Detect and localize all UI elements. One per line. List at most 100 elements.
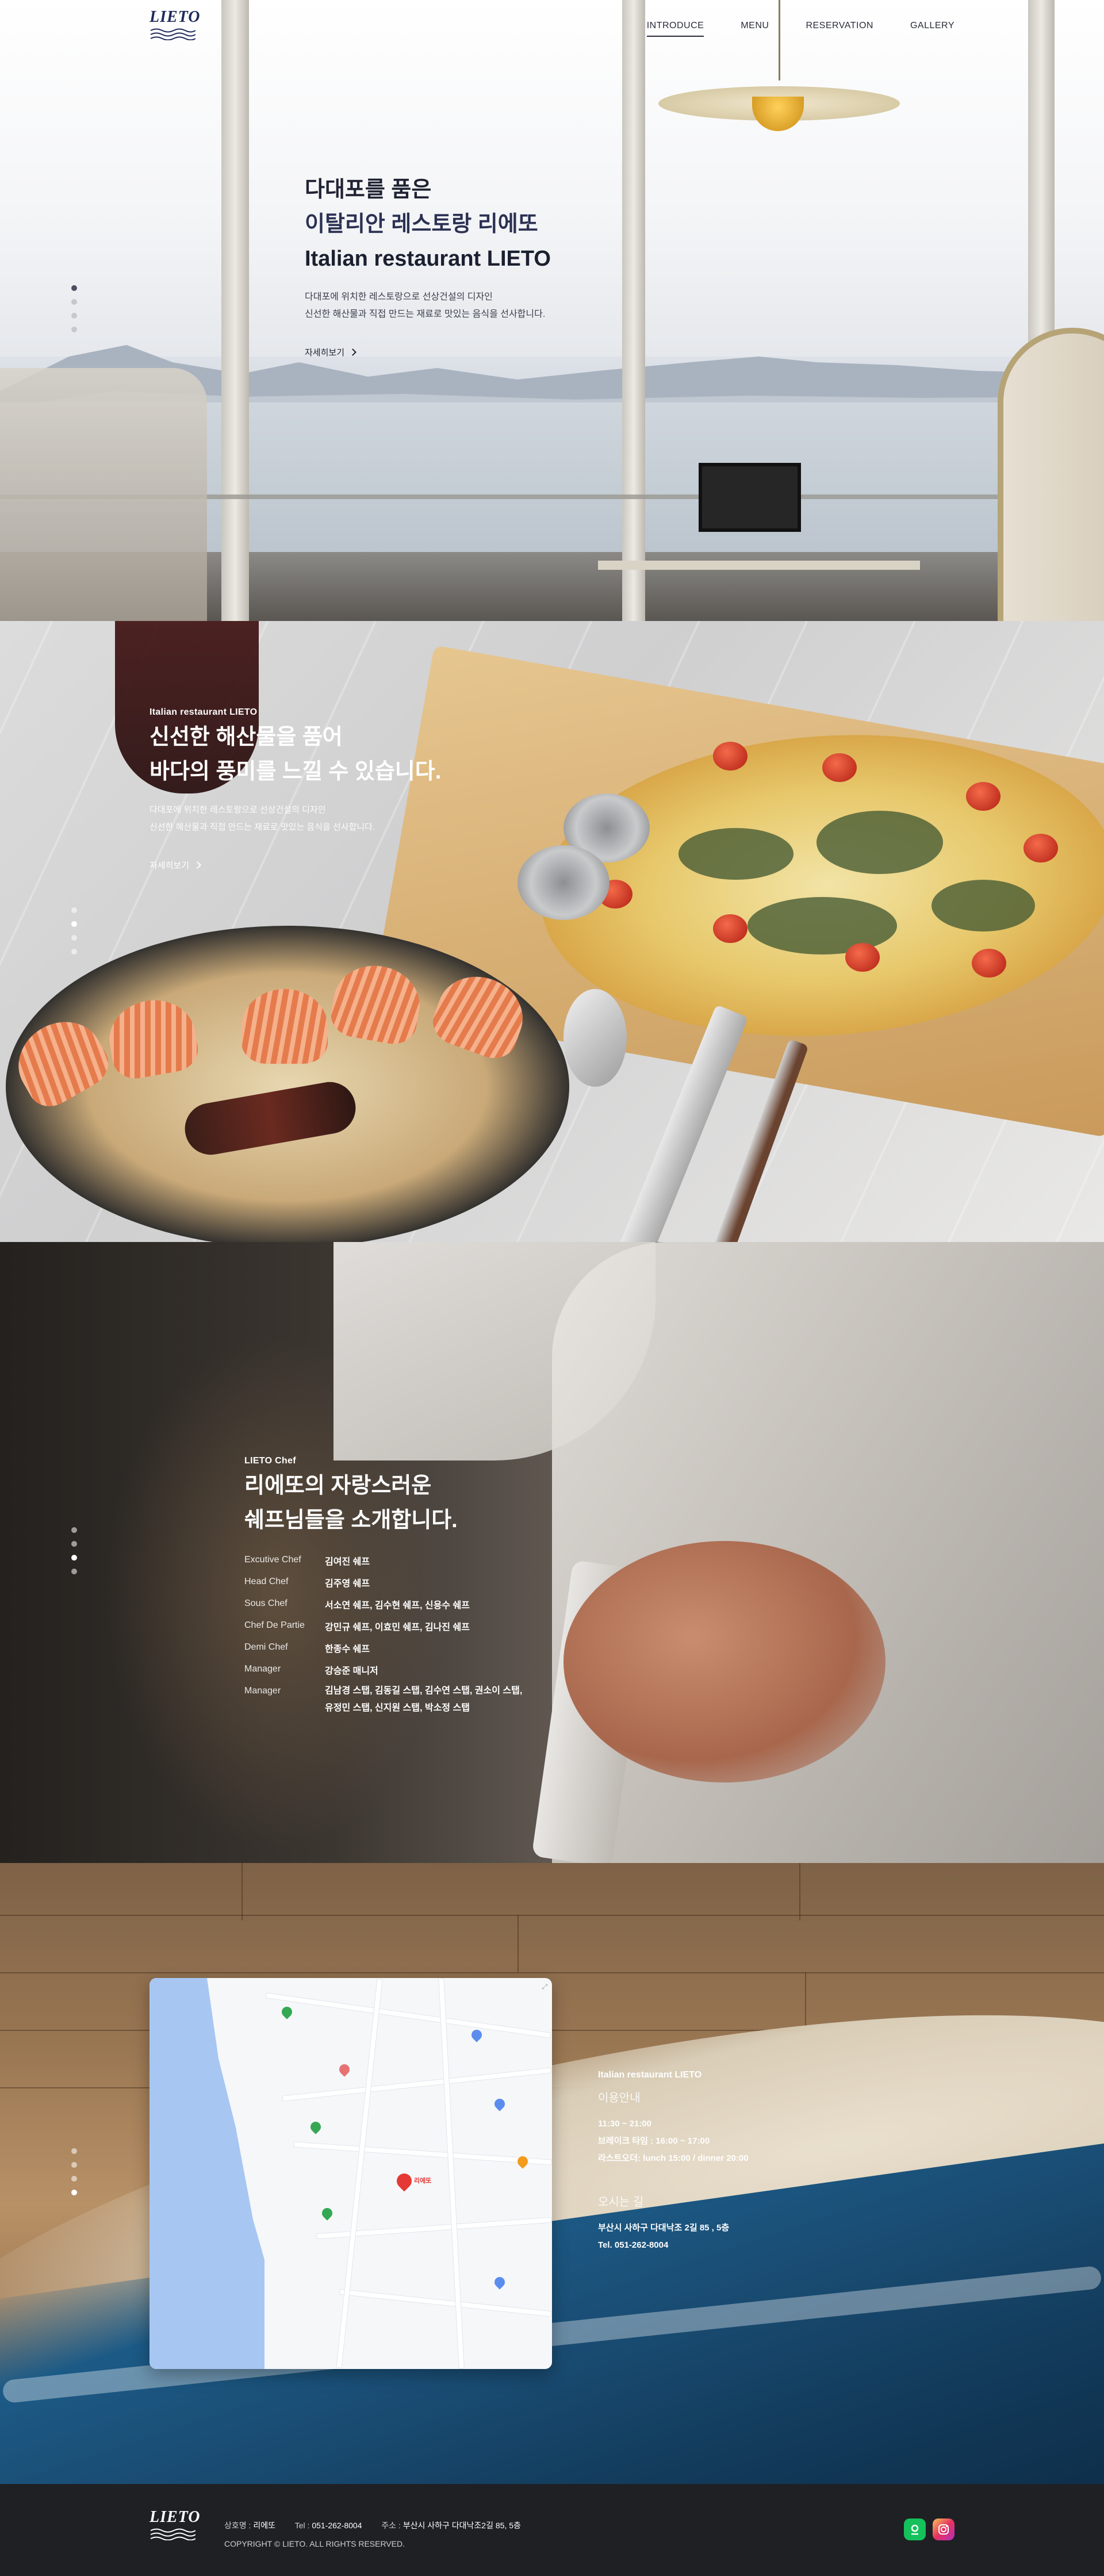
map-road: [336, 1979, 383, 2368]
company-value: 리에또: [253, 2521, 275, 2530]
slide-dots: [71, 907, 77, 954]
nav-reservation[interactable]: RESERVATION: [806, 21, 873, 37]
addr-label: 주소 :: [381, 2521, 401, 2530]
slide-dot-3[interactable]: [71, 1555, 77, 1561]
slide-dot-2[interactable]: [71, 299, 77, 305]
map-poi-icon: [469, 2027, 484, 2042]
chef-title-line2: 쉐프님들을 소개합니다.: [244, 1508, 458, 1532]
nav-menu[interactable]: MENU: [741, 21, 769, 37]
telephone: Tel. 051-262-8004: [598, 2240, 669, 2250]
food-title-line1: 신선한 해산물을 품어: [150, 725, 343, 749]
chef-names-line1: 김남경 스탭, 김동길 스탭, 김수연 스탭, 권소이 스탭,: [325, 1686, 523, 1696]
location-map[interactable]: 리에또 ⤢: [150, 1978, 552, 2369]
food-section: Italian restaurant LIETO 신선한 해산물을 품어 바다의…: [0, 621, 1104, 1242]
hero-table: [598, 561, 920, 570]
footer-info-row: 상호명 : 리에또 Tel : 051-262-8004 주소 : 부산시 사하…: [224, 2516, 521, 2535]
logo-text: LIETO: [150, 8, 201, 26]
hours-line: 라스트오더: lunch 15:00 / dinner 20:00: [598, 2153, 749, 2163]
nav-gallery[interactable]: GALLERY: [910, 21, 954, 37]
map-poi-icon: [492, 2096, 507, 2111]
logo-waves-icon: [150, 28, 195, 40]
hours-block: 11:30 ~ 21:00 브레이크 타임 : 16:00 ~ 17:00 라스…: [598, 2115, 749, 2167]
hero-desc-line2: 신선한 해산물과 직접 만드는 재료로 맛있는 음식을 선사합니다.: [305, 309, 546, 319]
nav-introduce[interactable]: INTRODUCE: [646, 21, 704, 37]
slide-dot-2[interactable]: [71, 2162, 77, 2168]
food-desc-line1: 다대포에 위치한 레스토랑으로 선상건설의 디자인: [150, 805, 326, 815]
slide-dot-1[interactable]: [71, 1527, 77, 1533]
chef-names: 강승준 매니저: [325, 1666, 378, 1676]
slide-dot-1[interactable]: [71, 2148, 77, 2154]
map-road: [339, 2288, 552, 2317]
hero-more-link[interactable]: 자세히보기: [305, 346, 356, 358]
map-road: [293, 2141, 552, 2165]
chef-names: 한종수 쉐프: [325, 1644, 370, 1654]
slide-dot-2[interactable]: [71, 921, 77, 927]
slide-dot-3[interactable]: [71, 313, 77, 319]
sns-links: [904, 2518, 954, 2540]
food-text: Italian restaurant LIETO 신선한 해산물을 품어 바다의…: [150, 707, 441, 871]
chef-names-line2: 유정민 스탭, 신지원 스탭, 박소정 스탭: [325, 1703, 470, 1713]
hero-title-line1: 다대포를 품은: [305, 178, 432, 202]
map-poi-icon: [279, 2004, 294, 2019]
instagram-icon[interactable]: [933, 2518, 954, 2540]
window-pillar: [221, 0, 249, 621]
food-kicker: Italian restaurant LIETO: [150, 707, 258, 717]
company-label: 상호명 :: [224, 2521, 251, 2530]
tomato: [966, 782, 1000, 811]
tel-value: 051-262-8004: [312, 2521, 362, 2530]
food-more-link[interactable]: 자세히보기: [150, 859, 201, 871]
logo[interactable]: LIETO: [150, 8, 201, 46]
slide-dot-1[interactable]: [71, 907, 77, 913]
main-nav: INTRODUCE MENU RESERVATION GALLERY: [646, 21, 954, 37]
slide-dot-4[interactable]: [71, 1569, 77, 1574]
hero-monitor: [699, 463, 801, 532]
hero-title-line2: 이탈리안 레스토랑 리에또: [305, 212, 538, 236]
food-more-label: 자세히보기: [150, 861, 190, 871]
directions-title: 오시는 길: [598, 2196, 644, 2209]
chef-role: Head Chef: [244, 1577, 289, 1586]
chef-names: 김남경 스탭, 김동길 스탭, 김수연 스탭, 권소이 스탭, 유정민 스탭, …: [325, 1682, 522, 1717]
chevron-right-icon: [194, 861, 201, 869]
tomato: [972, 949, 1006, 977]
map-pin-icon[interactable]: [393, 2170, 415, 2192]
slide-dot-1[interactable]: [71, 285, 77, 291]
slide-dot-4[interactable]: [71, 2190, 77, 2195]
slide-dot-2[interactable]: [71, 1541, 77, 1547]
hero-text: 다대포를 품은 이탈리안 레스토랑 리에또 Italian restaurant…: [305, 172, 650, 358]
chef-role: Manager: [244, 1686, 281, 1696]
food-title: 신선한 해산물을 품어 바다의 풍미를 느낄 수 있습니다.: [150, 720, 441, 789]
map-road: [282, 2067, 552, 2102]
hours-line: 브레이크 타임 : 16:00 ~ 17:00: [598, 2136, 710, 2146]
tomato: [713, 914, 747, 943]
hero-title-line3: Italian restaurant LIETO: [305, 247, 551, 271]
footer-logo[interactable]: LIETO: [150, 2508, 200, 2546]
wood-plank-joint: [805, 1972, 806, 2030]
map-poi-icon: [337, 2062, 352, 2077]
food-desc-line2: 신선한 해산물과 직접 만드는 재료로 맛있는 음식을 선사합니다.: [150, 822, 375, 832]
map-road: [438, 1978, 465, 2369]
slide-dot-4[interactable]: [71, 327, 77, 332]
footer-info: 상호명 : 리에또 Tel : 051-262-8004 주소 : 부산시 사하…: [224, 2516, 521, 2553]
slide-dots: [71, 1527, 77, 1574]
tel-label: Tel :: [294, 2521, 310, 2530]
slide-dots: [71, 2148, 77, 2195]
address: 부산시 사하구 다대낙조 2길 85 , 5층: [598, 2223, 730, 2233]
addr-value: 부산시 사하구 다대낙조2길 85, 5층: [402, 2521, 521, 2530]
slide-dot-3[interactable]: [71, 935, 77, 941]
pizza-topping: [678, 828, 793, 880]
slide-dot-3[interactable]: [71, 2176, 77, 2182]
slide-dots: [71, 285, 77, 332]
map-expand-icon[interactable]: ⤢: [542, 1983, 547, 1991]
wood-plank-joint: [241, 1863, 243, 1920]
tomato: [822, 753, 857, 782]
chef-role: Chef De Partie: [244, 1620, 305, 1630]
location-section: 리에또 ⤢ Italian restaurant LIETO 이용안내 11:3…: [0, 1863, 1104, 2484]
map-water: [150, 1978, 264, 2369]
hero-desc-line1: 다대포에 위치한 레스토랑으로 선상건설의 디자인: [305, 292, 493, 302]
slide-dot-4[interactable]: [71, 949, 77, 954]
naver-map-icon[interactable]: [904, 2518, 926, 2540]
chef-names: 서소연 쉐프, 김수현 쉐프, 신용수 쉐프: [325, 1601, 470, 1611]
map-poi-icon: [308, 2119, 323, 2134]
pizza-topping: [747, 897, 897, 954]
chef-title-line1: 리에또의 자랑스러운: [244, 1474, 432, 1498]
